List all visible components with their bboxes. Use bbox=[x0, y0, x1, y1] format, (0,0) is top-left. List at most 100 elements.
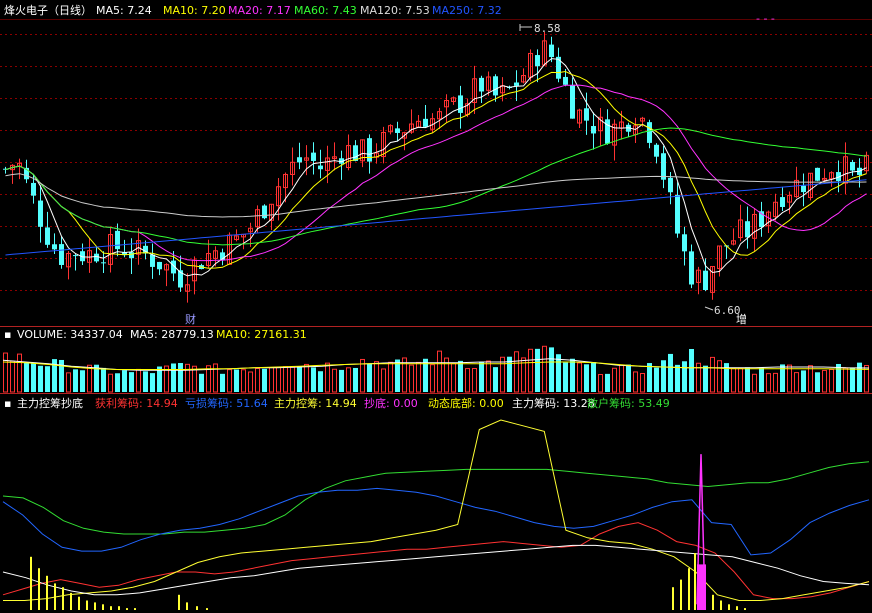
header-item-ma5: MA5: 7.24 bbox=[96, 4, 152, 17]
bottom-signal-bar bbox=[86, 600, 88, 610]
candle-body bbox=[682, 234, 687, 252]
candle-body bbox=[591, 126, 596, 134]
candle-body bbox=[493, 76, 498, 96]
volume-bar bbox=[220, 373, 225, 392]
candle-body bbox=[703, 270, 708, 291]
candle-body bbox=[689, 251, 694, 285]
bottom-signal-bar bbox=[118, 606, 120, 610]
bottom-signal-bar bbox=[46, 575, 48, 610]
candle-body bbox=[570, 84, 575, 119]
price-header: 烽火电子（日线） MA5: 7.24 MA10: 7.20 MA20: 7.17… bbox=[4, 3, 502, 17]
volume-bar bbox=[745, 367, 750, 392]
volume-bar bbox=[479, 361, 484, 392]
volume-bar bbox=[815, 372, 820, 392]
header-item-ma250: MA250: 7.32 bbox=[432, 4, 502, 17]
volume-header: ▪ VOLUME: 34337.04 MA5: 28779.13 MA10: 2… bbox=[4, 328, 307, 341]
candle-body bbox=[605, 119, 610, 144]
bottom-signal-bar bbox=[110, 606, 112, 610]
share-increase-label: 增 bbox=[736, 312, 747, 326]
header-item-volume: VOLUME: 34337.04 bbox=[17, 328, 123, 341]
volume-bar bbox=[143, 371, 148, 392]
top-marker-dots: - - - bbox=[756, 12, 775, 25]
header-item-ma20: MA20: 7.17 bbox=[228, 4, 291, 17]
candle-body bbox=[59, 244, 64, 265]
volume-bar bbox=[836, 363, 841, 392]
candle-body bbox=[654, 144, 659, 157]
volume-bar bbox=[234, 369, 239, 392]
volume-bar bbox=[654, 367, 659, 392]
indicator-title: 主力控筹抄底 bbox=[17, 396, 83, 410]
bottom-signal-bar bbox=[688, 568, 690, 610]
bottom-signal-bar bbox=[38, 568, 40, 610]
candle-body bbox=[780, 197, 785, 207]
candle-body bbox=[675, 194, 680, 234]
candle-body bbox=[73, 255, 78, 257]
header-item-ma120: MA120: 7.53 bbox=[360, 4, 430, 17]
volume-bar bbox=[31, 362, 36, 392]
volume-bar bbox=[535, 348, 540, 392]
candle-body bbox=[311, 152, 316, 161]
volume-bar bbox=[395, 359, 400, 392]
bottom-signal-bar bbox=[680, 579, 682, 610]
stock-chart[interactable]: 烽火电子（日线） MA5: 7.24 MA10: 7.20 MA20: 7.17… bbox=[0, 0, 872, 613]
candle-body bbox=[815, 167, 820, 181]
volume-bar bbox=[703, 365, 708, 392]
header-item-profit: 获利筹码: 14.94 bbox=[95, 396, 178, 410]
candle-body bbox=[262, 205, 267, 219]
volume-bar bbox=[682, 361, 687, 392]
volume-bar bbox=[150, 373, 155, 392]
candle-body bbox=[353, 145, 358, 161]
volume-bar bbox=[45, 366, 50, 392]
bottom-signal-bar bbox=[54, 583, 56, 610]
bottom-signal-bar bbox=[78, 596, 80, 610]
candle-body bbox=[563, 76, 568, 85]
volume-bar bbox=[759, 367, 764, 392]
financial-report-label: 财 bbox=[185, 312, 196, 326]
candle-body bbox=[479, 77, 484, 92]
volume-bar bbox=[675, 364, 680, 392]
bottom-signal-bar bbox=[672, 587, 674, 610]
candle-body bbox=[31, 182, 36, 196]
volume-bar bbox=[605, 373, 610, 392]
volume-bar bbox=[857, 362, 862, 392]
volume-bar bbox=[297, 366, 302, 392]
volume-bar bbox=[591, 362, 596, 392]
candle-body bbox=[318, 165, 323, 170]
candle-body bbox=[458, 95, 463, 113]
candle-body bbox=[101, 262, 106, 264]
header-item-retail: 散户筹码: 53.49 bbox=[587, 396, 670, 410]
bottom-signal-bar bbox=[728, 604, 730, 610]
volume-bar bbox=[262, 368, 267, 392]
volume-bar bbox=[458, 360, 463, 392]
candle-body bbox=[850, 162, 855, 171]
volume-bar bbox=[339, 369, 344, 392]
price-title: 烽火电子（日线） bbox=[4, 3, 92, 17]
bottom-signal-bar bbox=[102, 604, 104, 610]
volume-bar bbox=[318, 371, 323, 392]
bottom-signal-bar bbox=[126, 608, 128, 610]
volume-bar bbox=[549, 347, 554, 392]
volume-bar bbox=[647, 363, 652, 392]
high-price-label: 8.58 bbox=[534, 22, 561, 35]
volume-bar bbox=[171, 363, 176, 392]
bottom-signal-bar bbox=[94, 602, 96, 610]
volume-bar bbox=[199, 373, 204, 392]
candle-body bbox=[150, 254, 155, 267]
candle-body bbox=[129, 252, 134, 259]
candle-body bbox=[668, 177, 673, 193]
bottom-signal-bar bbox=[186, 602, 188, 610]
bottom-signal-bar bbox=[134, 608, 136, 610]
volume-bar bbox=[115, 373, 120, 392]
volume-bar bbox=[24, 362, 29, 392]
header-item-loss: 亏损筹码: 51.64 bbox=[185, 396, 268, 410]
volume-bar bbox=[129, 372, 134, 392]
volume-bar bbox=[80, 370, 85, 392]
volume-bar bbox=[563, 362, 568, 392]
candle-body bbox=[549, 44, 554, 58]
bottom-signal-bar bbox=[206, 608, 208, 610]
header-item-vol-ma10: MA10: 27161.31 bbox=[216, 328, 307, 341]
candle-body bbox=[801, 185, 806, 193]
candle-body bbox=[556, 56, 561, 79]
volume-bar bbox=[493, 367, 498, 392]
candle-body bbox=[52, 244, 57, 250]
